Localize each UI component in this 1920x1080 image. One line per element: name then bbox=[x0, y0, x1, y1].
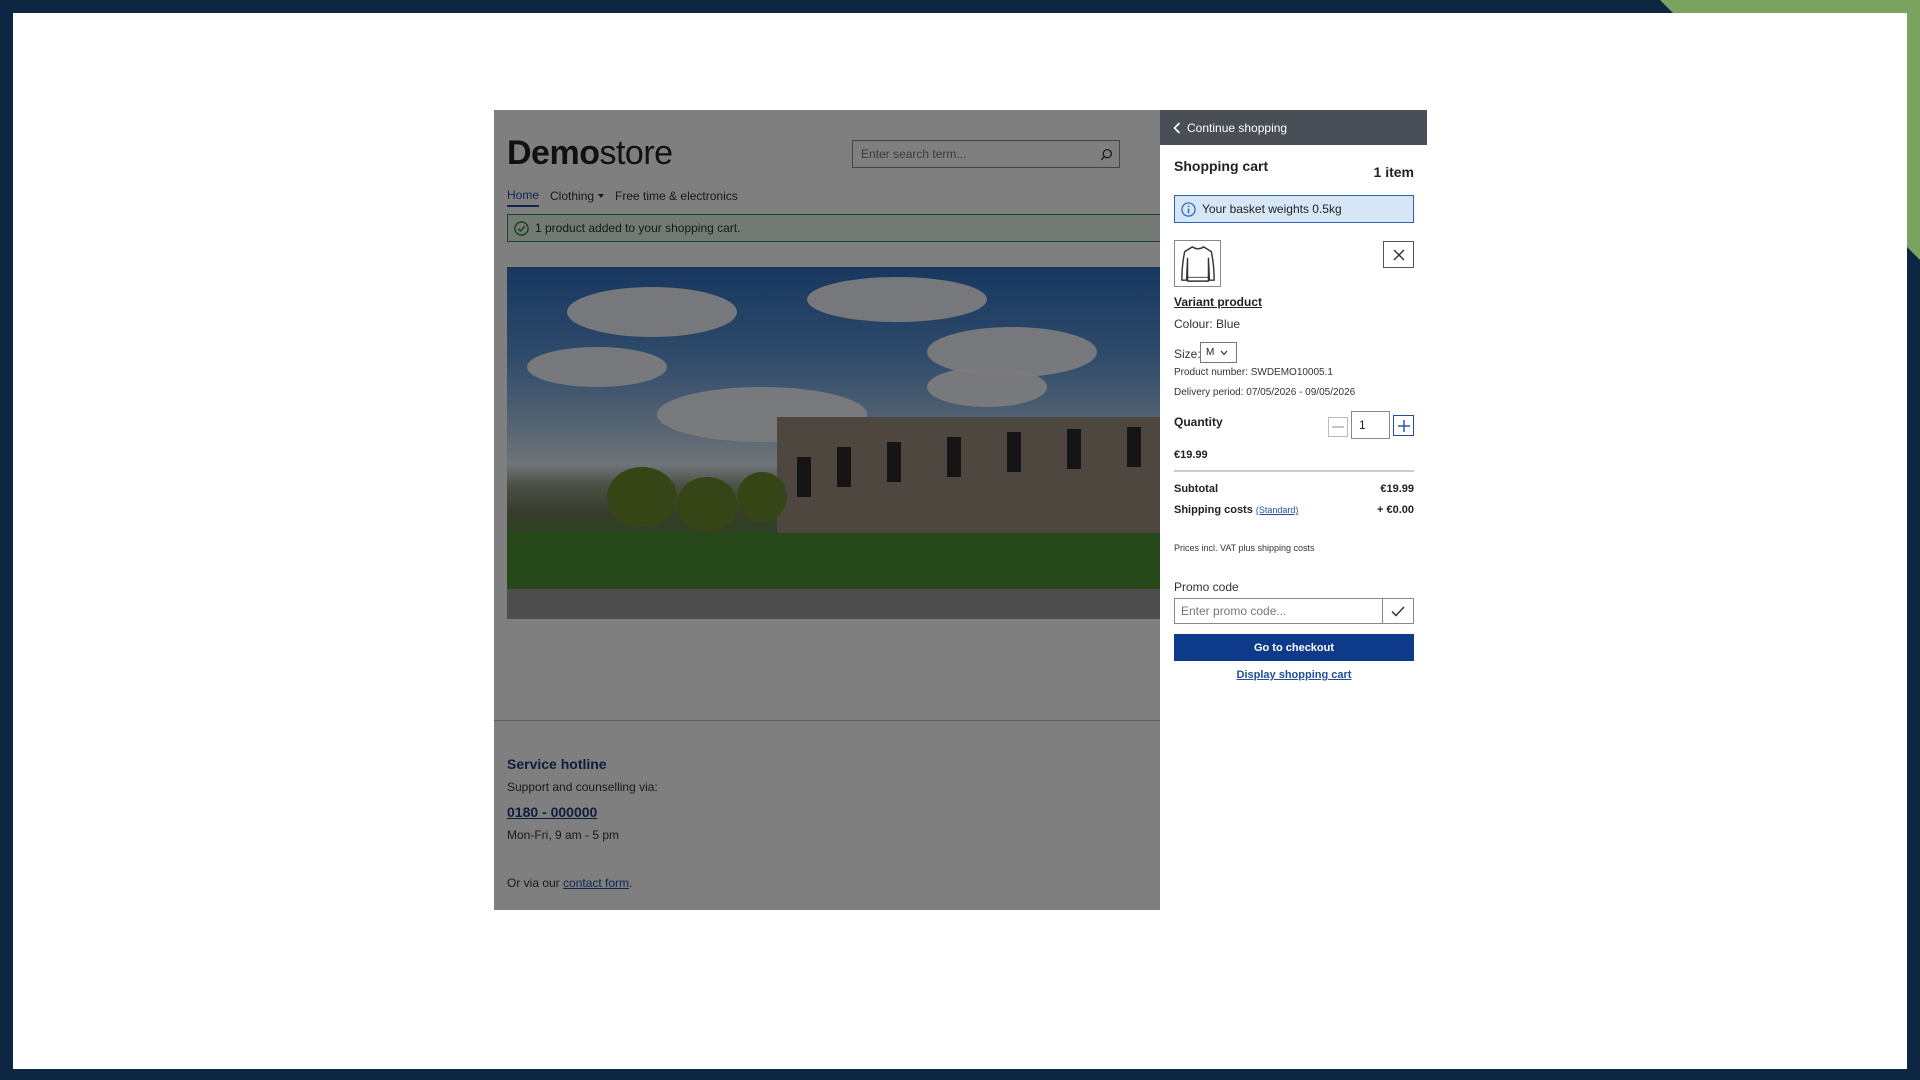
quantity-input[interactable]: 1 bbox=[1351, 411, 1390, 439]
subtotal-value: €19.99 bbox=[1380, 483, 1414, 495]
quantity-increase-button[interactable] bbox=[1393, 415, 1414, 436]
continue-shopping-label: Continue shopping bbox=[1187, 120, 1288, 135]
chevron-left-icon bbox=[1173, 121, 1181, 134]
minus-icon bbox=[1332, 426, 1344, 428]
quantity-decrease-button[interactable] bbox=[1328, 417, 1348, 437]
product-number: Product number: SWDEMO10005.1 bbox=[1174, 367, 1333, 378]
quantity-label: Quantity bbox=[1174, 415, 1223, 429]
product-name-link[interactable]: Variant product bbox=[1174, 295, 1262, 309]
shipping-label-row: Shipping costs (Standard) bbox=[1174, 504, 1299, 516]
size-label: Size: bbox=[1174, 347, 1201, 361]
promo-code-input[interactable] bbox=[1175, 599, 1382, 623]
summary-divider bbox=[1174, 470, 1414, 472]
size-value: M bbox=[1206, 347, 1215, 358]
page-overlay[interactable] bbox=[494, 110, 1161, 910]
promo-apply-button[interactable] bbox=[1382, 599, 1413, 623]
subtotal-label: Subtotal bbox=[1174, 483, 1218, 495]
item-price: €19.99 bbox=[1174, 449, 1208, 461]
remove-item-button[interactable] bbox=[1383, 241, 1414, 268]
display-cart-link[interactable]: Display shopping cart bbox=[1174, 669, 1414, 681]
cart-drawer: Continue shopping Shopping cart 1 item Y… bbox=[1160, 110, 1427, 910]
weight-info-text: Your basket weights 0.5kg bbox=[1202, 202, 1342, 216]
promo-code-label: Promo code bbox=[1174, 580, 1239, 594]
promo-code-box bbox=[1174, 598, 1414, 624]
checkout-button[interactable]: Go to checkout bbox=[1174, 634, 1414, 661]
continue-shopping-button[interactable]: Continue shopping bbox=[1160, 110, 1427, 145]
chevron-down-icon bbox=[1220, 350, 1228, 355]
checkmark-icon bbox=[1391, 605, 1405, 617]
cart-item-count: 1 item bbox=[1373, 164, 1414, 180]
plus-icon bbox=[1397, 419, 1410, 432]
size-select[interactable]: M bbox=[1200, 342, 1237, 363]
product-thumbnail[interactable] bbox=[1174, 240, 1221, 287]
delivery-period: Delivery period: 07/05/2026 - 09/05/2026 bbox=[1174, 387, 1356, 398]
product-colour: Colour: Blue bbox=[1174, 317, 1241, 331]
shipping-method-link[interactable]: (Standard) bbox=[1256, 505, 1299, 515]
cart-title: Shopping cart bbox=[1174, 158, 1269, 174]
sweater-icon bbox=[1180, 245, 1215, 282]
vat-note: Prices incl. VAT plus shipping costs bbox=[1174, 543, 1315, 553]
shipping-value: + €0.00 bbox=[1376, 504, 1414, 516]
close-icon bbox=[1393, 249, 1404, 260]
weight-info-box: Your basket weights 0.5kg bbox=[1174, 195, 1414, 223]
info-icon bbox=[1181, 201, 1196, 217]
